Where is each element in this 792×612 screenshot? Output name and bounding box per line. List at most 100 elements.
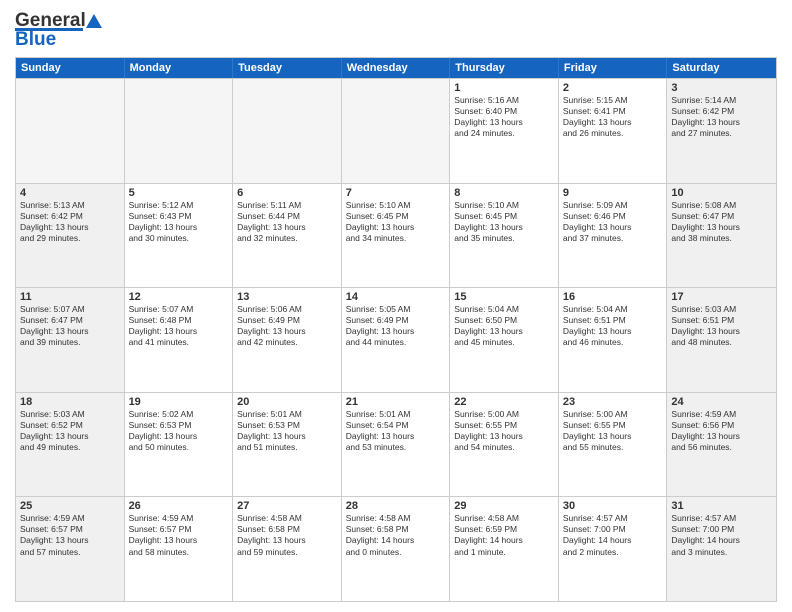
cell-text: Daylight: 13 hours [129,431,229,442]
calendar-cell-9: 9Sunrise: 5:09 AMSunset: 6:46 PMDaylight… [559,184,668,288]
calendar-cell-15: 15Sunrise: 5:04 AMSunset: 6:50 PMDayligh… [450,288,559,392]
cell-text: and 42 minutes. [237,337,337,348]
cell-text: Sunrise: 5:03 AM [671,304,772,315]
cell-text: Daylight: 14 hours [346,535,446,546]
cell-text: Sunset: 6:42 PM [671,106,772,117]
day-number: 12 [129,291,229,303]
cell-text: and 37 minutes. [563,233,663,244]
cell-text: Daylight: 14 hours [454,535,554,546]
day-number: 2 [563,82,663,94]
cell-text: Sunrise: 5:06 AM [237,304,337,315]
day-number: 22 [454,396,554,408]
calendar-cell-27: 27Sunrise: 4:58 AMSunset: 6:58 PMDayligh… [233,497,342,601]
cell-text: Sunset: 6:57 PM [20,524,120,535]
calendar-cell-25: 25Sunrise: 4:59 AMSunset: 6:57 PMDayligh… [16,497,125,601]
cell-text: Sunrise: 5:04 AM [563,304,663,315]
day-number: 24 [671,396,772,408]
header-day-thursday: Thursday [450,58,559,78]
cell-text: Daylight: 13 hours [129,222,229,233]
cell-text: Sunrise: 5:10 AM [454,200,554,211]
calendar-cell-17: 17Sunrise: 5:03 AMSunset: 6:51 PMDayligh… [667,288,776,392]
cell-text: Sunrise: 4:57 AM [563,513,663,524]
cell-text: Daylight: 13 hours [20,535,120,546]
day-number: 6 [237,187,337,199]
cell-text: Sunset: 6:52 PM [20,420,120,431]
calendar-cell-18: 18Sunrise: 5:03 AMSunset: 6:52 PMDayligh… [16,393,125,497]
cell-text: Daylight: 13 hours [237,326,337,337]
day-number: 11 [20,291,120,303]
cell-text: Sunrise: 5:12 AM [129,200,229,211]
cell-text: Sunrise: 5:00 AM [454,409,554,420]
day-number: 14 [346,291,446,303]
cell-text: and 32 minutes. [237,233,337,244]
day-number: 30 [563,500,663,512]
calendar-cell-22: 22Sunrise: 5:00 AMSunset: 6:55 PMDayligh… [450,393,559,497]
day-number: 26 [129,500,229,512]
calendar-cell-1: 1Sunrise: 5:16 AMSunset: 6:40 PMDaylight… [450,79,559,183]
cell-text: Daylight: 13 hours [346,326,446,337]
cell-text: Sunrise: 5:07 AM [129,304,229,315]
cell-text: Daylight: 13 hours [20,431,120,442]
calendar-cell-2: 2Sunrise: 5:15 AMSunset: 6:41 PMDaylight… [559,79,668,183]
cell-text: and 49 minutes. [20,442,120,453]
cell-text: Sunset: 7:00 PM [563,524,663,535]
cell-text: Sunset: 6:45 PM [346,211,446,222]
day-number: 31 [671,500,772,512]
day-number: 27 [237,500,337,512]
cell-text: Sunrise: 5:03 AM [20,409,120,420]
day-number: 17 [671,291,772,303]
cell-text: Daylight: 13 hours [129,535,229,546]
day-number: 20 [237,396,337,408]
calendar-cell-28: 28Sunrise: 4:58 AMSunset: 6:58 PMDayligh… [342,497,451,601]
cell-text: Daylight: 13 hours [671,431,772,442]
logo: General Blue [15,10,104,51]
cell-text: Sunset: 6:59 PM [454,524,554,535]
cell-text: Sunset: 6:49 PM [346,315,446,326]
cell-text: Sunset: 6:51 PM [563,315,663,326]
cell-text: Daylight: 13 hours [563,117,663,128]
page: General Blue SundayMondayTuesdayWednesda… [0,0,792,612]
day-number: 29 [454,500,554,512]
calendar-cell-21: 21Sunrise: 5:01 AMSunset: 6:54 PMDayligh… [342,393,451,497]
calendar-cell-26: 26Sunrise: 4:59 AMSunset: 6:57 PMDayligh… [125,497,234,601]
day-number: 7 [346,187,446,199]
header: General Blue [15,10,777,51]
cell-text: Daylight: 13 hours [237,535,337,546]
cell-text: and 26 minutes. [563,128,663,139]
calendar-row-3: 11Sunrise: 5:07 AMSunset: 6:47 PMDayligh… [16,287,776,392]
cell-text: and 34 minutes. [346,233,446,244]
cell-text: and 51 minutes. [237,442,337,453]
cell-text: and 29 minutes. [20,233,120,244]
header-day-wednesday: Wednesday [342,58,451,78]
header-day-friday: Friday [559,58,668,78]
cell-text: Sunrise: 5:10 AM [346,200,446,211]
cell-text: Sunset: 7:00 PM [671,524,772,535]
cell-text: Daylight: 13 hours [20,222,120,233]
cell-text: Sunset: 6:48 PM [129,315,229,326]
cell-text: Daylight: 13 hours [129,326,229,337]
calendar-header: SundayMondayTuesdayWednesdayThursdayFrid… [16,58,776,78]
calendar-cell-12: 12Sunrise: 5:07 AMSunset: 6:48 PMDayligh… [125,288,234,392]
day-number: 16 [563,291,663,303]
day-number: 28 [346,500,446,512]
calendar-cell-4: 4Sunrise: 5:13 AMSunset: 6:42 PMDaylight… [16,184,125,288]
cell-text: Sunrise: 5:02 AM [129,409,229,420]
cell-text: Sunrise: 5:15 AM [563,95,663,106]
cell-text: and 53 minutes. [346,442,446,453]
cell-text: Sunrise: 5:08 AM [671,200,772,211]
cell-text: Daylight: 13 hours [454,222,554,233]
cell-text: and 48 minutes. [671,337,772,348]
cell-text: Sunrise: 5:01 AM [346,409,446,420]
cell-text: Sunrise: 4:58 AM [454,513,554,524]
cell-text: Sunrise: 5:07 AM [20,304,120,315]
cell-text: Sunrise: 4:58 AM [237,513,337,524]
cell-text: and 3 minutes. [671,547,772,558]
calendar-row-5: 25Sunrise: 4:59 AMSunset: 6:57 PMDayligh… [16,496,776,601]
cell-text: Daylight: 13 hours [563,326,663,337]
cell-text: and 27 minutes. [671,128,772,139]
calendar-cell-7: 7Sunrise: 5:10 AMSunset: 6:45 PMDaylight… [342,184,451,288]
day-number: 10 [671,187,772,199]
cell-text: Sunset: 6:50 PM [454,315,554,326]
calendar-cell-empty-0-3 [342,79,451,183]
cell-text: Sunset: 6:53 PM [237,420,337,431]
